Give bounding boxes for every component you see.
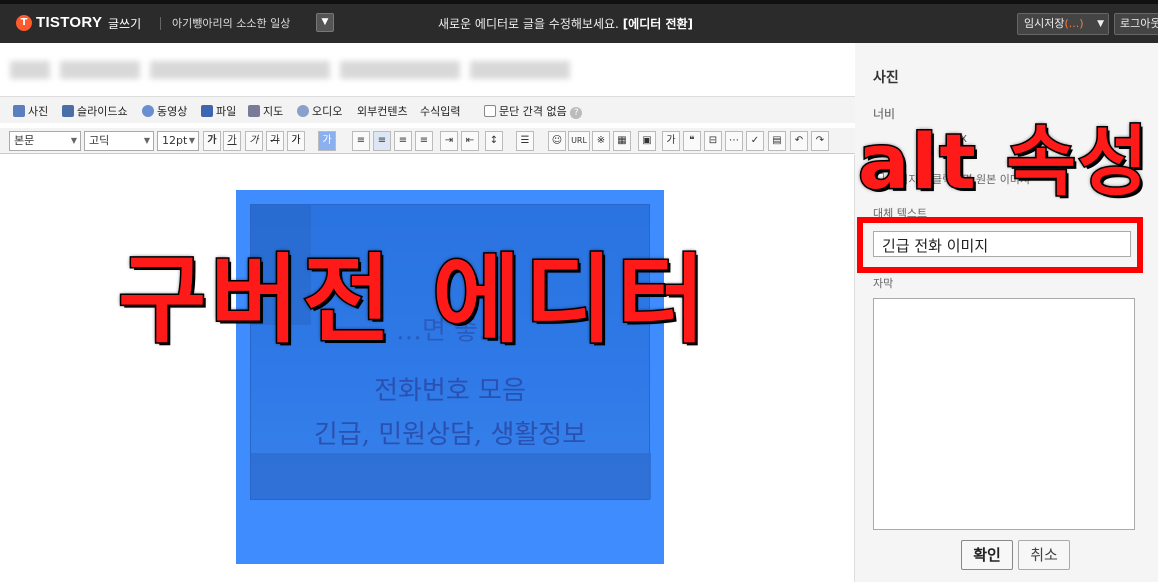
box-icon[interactable]: ▣ [638,131,656,151]
insert-slideshow-button[interactable]: 슬라이드쇼 [62,103,128,119]
photo-icon [13,105,25,117]
link-url-button[interactable]: URL [568,131,590,151]
font-color-icon[interactable]: 가 [287,131,305,151]
panel-title: 사진 [873,70,899,86]
chevron-down-icon: ▼ [143,136,150,145]
table-icon[interactable]: ▦ [613,131,631,151]
brand-name[interactable]: TISTORY [36,14,102,31]
write-label: 글쓰기 [108,17,142,31]
text-box-icon[interactable]: 가 [662,131,680,151]
confirm-button[interactable]: 확인 [961,540,1013,570]
blurred-title [340,61,460,79]
divider-line-icon[interactable]: ⊟ [704,131,722,151]
align-justify-icon[interactable]: ≡ [415,131,433,151]
font-size-select[interactable]: 12pt ▼ [157,131,199,151]
overlay-caption-alt-attribute: alt 속성 [857,116,1150,208]
redo-icon[interactable]: ↷ [811,131,829,151]
italic-icon[interactable]: 가 [245,131,263,151]
chevron-down-icon[interactable]: ▼ [1097,14,1104,34]
insert-file-button[interactable]: 파일 [201,103,236,119]
insert-audio-button[interactable]: 오디오 [297,103,342,119]
insert-photo-button[interactable]: 사진 [13,103,48,119]
temp-save-label: 임시저장 [1024,17,1065,30]
image-text-line: 긴급, 민원상담, 생활정보 [313,420,587,450]
temp-save-count: (...) [1064,17,1084,30]
special-char-icon[interactable]: ※ [592,131,610,151]
post-title-input[interactable] [0,43,855,93]
outdent-icon[interactable]: ⇤ [461,131,479,151]
insert-map-button[interactable]: 지도 [248,103,283,119]
file-icon [201,105,213,117]
background-color-icon[interactable]: 가 [318,131,336,151]
insert-video-button[interactable]: 동영상 [142,103,187,119]
insert-toolbar: 사진 슬라이드쇼 동영상 파일 지도 오디오 외부컨텐츠 수식입력 문단 간격 … [0,96,855,123]
tistory-logo-icon[interactable]: T [16,15,32,31]
blurred-title [470,61,570,79]
caption-label: 자막 [873,277,894,290]
align-left-icon[interactable]: ≡ [352,131,370,151]
highlight-box [857,217,1143,273]
underline-icon[interactable]: 가 [223,131,241,151]
image-text-line: 전화번호 모음 [374,376,526,406]
switch-editor-link[interactable]: [에디터 전환] [623,17,693,31]
blurred-title [10,61,50,79]
blurred-title [60,61,140,79]
save-icon[interactable]: ▤ [768,131,786,151]
notice-text: 새로운 에디터로 글을 수정해보세요. [438,17,619,31]
indent-icon[interactable]: ⇥ [440,131,458,151]
external-content-button[interactable]: 외부컨텐츠 [357,103,408,119]
overlay-caption-old-editor: 구버전 에디터 [116,243,710,358]
quote-icon[interactable]: ❝ [683,131,701,151]
divider [160,17,161,30]
chevron-down-icon: ▼ [70,136,77,145]
spell-check-icon[interactable]: ✓ [746,131,764,151]
paragraph-style-select[interactable]: 본문 ▼ [9,131,81,151]
logout-button[interactable]: 로그아웃 [1114,13,1158,35]
map-icon [248,105,260,117]
top-bar: T TISTORY 글쓰기 아기뺑아리의 소소한 일상 ▼ 새로운 에디터로 글… [0,0,1158,43]
format-toolbar: 본문 ▼ 고딕 ▼ 12pt ▼ 가 가 가 가 가 가 ≡ ≡ ≡ ≡ ⇥ ⇤ ↕ … [0,128,855,154]
undo-icon[interactable]: ↶ [790,131,808,151]
blurred-title [150,61,330,79]
align-right-icon[interactable]: ≡ [394,131,412,151]
help-icon[interactable]: ? [570,107,583,119]
video-icon [142,105,154,117]
checkbox-icon[interactable] [484,105,496,117]
emoticon-icon[interactable]: ☺ [548,131,566,151]
paragraph-spacing-toggle[interactable]: 문단 간격 없음 ? [484,103,583,119]
line-height-icon[interactable]: ↕ [485,131,503,151]
cancel-button[interactable]: 취소 [1018,540,1070,570]
caption-textarea[interactable] [873,298,1135,530]
more-icon[interactable]: ⋯ [725,131,743,151]
temp-save-button[interactable]: 임시저장(...) ▼ [1017,13,1109,35]
chevron-down-icon: ▼ [188,136,195,145]
align-center-icon[interactable]: ≡ [373,131,391,151]
audio-icon [297,105,309,117]
bold-icon[interactable]: 가 [203,131,221,151]
blog-name[interactable]: 아기뺑아리의 소소한 일상 [172,15,290,31]
formula-input-button[interactable]: 수식입력 [420,103,460,119]
image-street [251,453,651,499]
strikethrough-icon[interactable]: 가 [266,131,284,151]
font-select[interactable]: 고딕 ▼ [84,131,154,151]
slideshow-icon [62,105,74,117]
editor-notice: 새로운 에디터로 글을 수정해보세요. [에디터 전환] [438,15,693,32]
chevron-down-icon[interactable]: ▼ [316,13,334,32]
list-icon[interactable]: ☰ [516,131,534,151]
